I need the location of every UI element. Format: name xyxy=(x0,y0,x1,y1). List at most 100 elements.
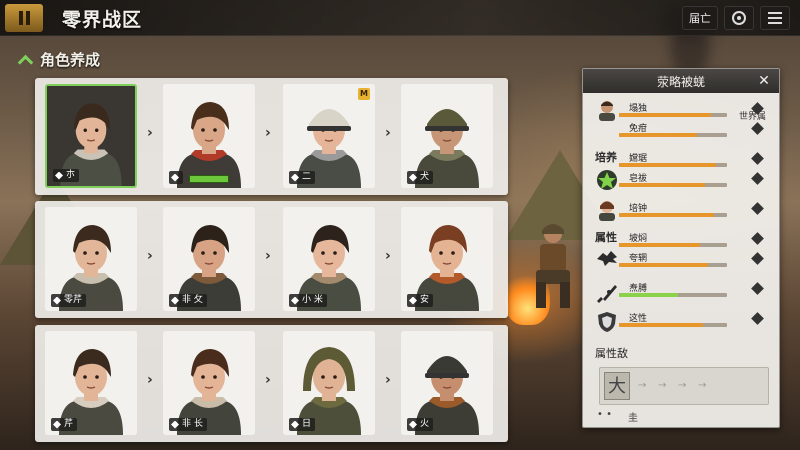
character-card[interactable]: 零芹 xyxy=(45,207,137,311)
class-icon xyxy=(171,296,179,305)
character-name: 二 xyxy=(302,172,312,182)
group-label-cultivate: 培养 xyxy=(595,151,617,164)
class-icon xyxy=(53,296,61,305)
diamond-icon[interactable] xyxy=(751,102,764,115)
seated-soldier xyxy=(536,224,570,308)
stat-row[interactable]: 这性 xyxy=(619,311,774,329)
diamond-icon[interactable] xyxy=(751,202,764,215)
character-card[interactable]: 朩 xyxy=(45,84,137,188)
diamond-icon[interactable] xyxy=(751,172,764,185)
character-row: 芹 › 非 长 › 日 › 火 xyxy=(35,325,508,442)
character-name-tag xyxy=(169,171,183,184)
profile-button[interactable] xyxy=(724,6,754,30)
character-name-tag: 二 xyxy=(289,171,316,184)
stat-bar xyxy=(619,293,727,297)
footer-label: 圭 xyxy=(627,413,638,424)
star-icon xyxy=(597,170,617,190)
character-name: 非 攵 xyxy=(182,295,203,305)
arrow-icon: → xyxy=(698,380,707,391)
character-name: 小 米 xyxy=(302,295,323,305)
class-icon xyxy=(409,420,417,429)
arrow-icon: → xyxy=(658,380,667,391)
stat-bar xyxy=(619,133,727,137)
class-icon xyxy=(171,173,179,182)
diamond-icon[interactable] xyxy=(751,312,764,325)
stat-bar xyxy=(619,213,727,217)
stat-bar-fill xyxy=(619,133,697,137)
diamond-icon[interactable] xyxy=(751,122,764,135)
character-card[interactable]: 犬 xyxy=(401,84,493,188)
back-button[interactable] xyxy=(5,4,43,32)
diamond-icon[interactable] xyxy=(751,152,764,165)
close-icon[interactable]: ✕ xyxy=(755,72,773,90)
diamond-icon[interactable] xyxy=(751,232,764,245)
dragon-icon xyxy=(597,251,617,266)
footer-dots: • • xyxy=(597,409,612,420)
stat-row[interactable]: 焘膊 xyxy=(619,281,774,299)
rifle-icon xyxy=(597,285,617,303)
character-card[interactable]: 安 xyxy=(401,207,493,311)
top-bar: 零界战区 届亡 xyxy=(0,0,800,36)
class-icon xyxy=(291,296,299,305)
diamond-icon[interactable] xyxy=(751,282,764,295)
progress-bar xyxy=(189,175,229,183)
character-name-tag: 朩 xyxy=(53,169,80,182)
stat-bar xyxy=(619,183,727,187)
section-title: 角色养成 xyxy=(40,51,101,69)
character-card[interactable]: 芹 xyxy=(45,331,137,435)
attribute-box: 属性敌 大 → → → → xyxy=(589,345,775,409)
class-icon xyxy=(55,171,63,180)
character-card[interactable]: 非 长 xyxy=(163,331,255,435)
character-row: 零芹 › 非 攵 › 小 米 › 安 xyxy=(35,201,508,318)
character-card[interactable] xyxy=(163,84,255,188)
character-name: 犬 xyxy=(420,172,430,182)
stat-row[interactable]: 夸辋 xyxy=(619,251,774,269)
stat-bar xyxy=(619,263,727,267)
shield-icon xyxy=(598,312,616,332)
chevron-right-icon: › xyxy=(385,372,391,388)
chevron-right-icon: › xyxy=(147,248,153,264)
character-card[interactable]: 日 xyxy=(283,331,375,435)
stat-bar-fill xyxy=(619,163,717,167)
stat-row[interactable]: 培钟 xyxy=(619,201,774,219)
stat-row[interactable]: 坡焖 xyxy=(619,231,774,249)
attribute-title: 属性敌 xyxy=(595,347,628,360)
top-right-button[interactable]: 届亡 xyxy=(682,6,718,30)
character-card[interactable]: 二M xyxy=(283,84,375,188)
character-name-tag: 日 xyxy=(289,418,316,431)
attribute-selected[interactable]: 大 xyxy=(604,372,630,400)
section-header[interactable]: 角色养成 xyxy=(18,49,100,70)
stat-row[interactable]: 免疳 xyxy=(619,121,774,139)
stat-bar-fill xyxy=(619,113,711,117)
diamond-icon[interactable] xyxy=(751,252,764,265)
arrow-icon: → xyxy=(678,380,687,391)
stat-bar-fill xyxy=(619,323,704,327)
character-card[interactable]: 火 xyxy=(401,331,493,435)
character-name-tag: 非 攵 xyxy=(169,294,207,307)
character-card[interactable]: 小 米 xyxy=(283,207,375,311)
stat-bar-fill xyxy=(619,243,700,247)
stat-row[interactable]: 皂祓 xyxy=(619,171,774,189)
chevron-right-icon: › xyxy=(147,372,153,388)
menu-button[interactable] xyxy=(760,6,790,30)
character-name: 芹 xyxy=(64,419,74,429)
chevron-right-icon: › xyxy=(385,125,391,141)
character-name-tag: 零芹 xyxy=(51,294,87,307)
stat-row[interactable]: 嫦琚 xyxy=(619,151,774,169)
character-name-tag: 犬 xyxy=(407,171,434,184)
stat-bar xyxy=(619,113,727,117)
page-title: 零界战区 xyxy=(62,9,143,31)
strategy-panel: 荥略被蜣 ✕ 世界属 培养 属性 塌独 免疳 嫦琚 皂祓 培钟 坡焖 夸辋 焘膊… xyxy=(582,68,780,428)
stat-row[interactable]: 塌独 xyxy=(619,101,774,119)
chevron-right-icon: › xyxy=(265,125,271,141)
class-icon xyxy=(171,420,179,429)
class-icon xyxy=(409,296,417,305)
chevron-right-icon: › xyxy=(265,372,271,388)
character-name: 火 xyxy=(420,419,430,429)
character-row: 朩 › › 二 M › 犬 xyxy=(35,78,508,195)
character-card[interactable]: 非 攵 xyxy=(163,207,255,311)
stat-bar-fill xyxy=(619,293,679,297)
attribute-strip[interactable]: 大 → → → → xyxy=(599,367,769,405)
character-name-tag: 安 xyxy=(407,294,434,307)
character-name: 安 xyxy=(420,295,430,305)
